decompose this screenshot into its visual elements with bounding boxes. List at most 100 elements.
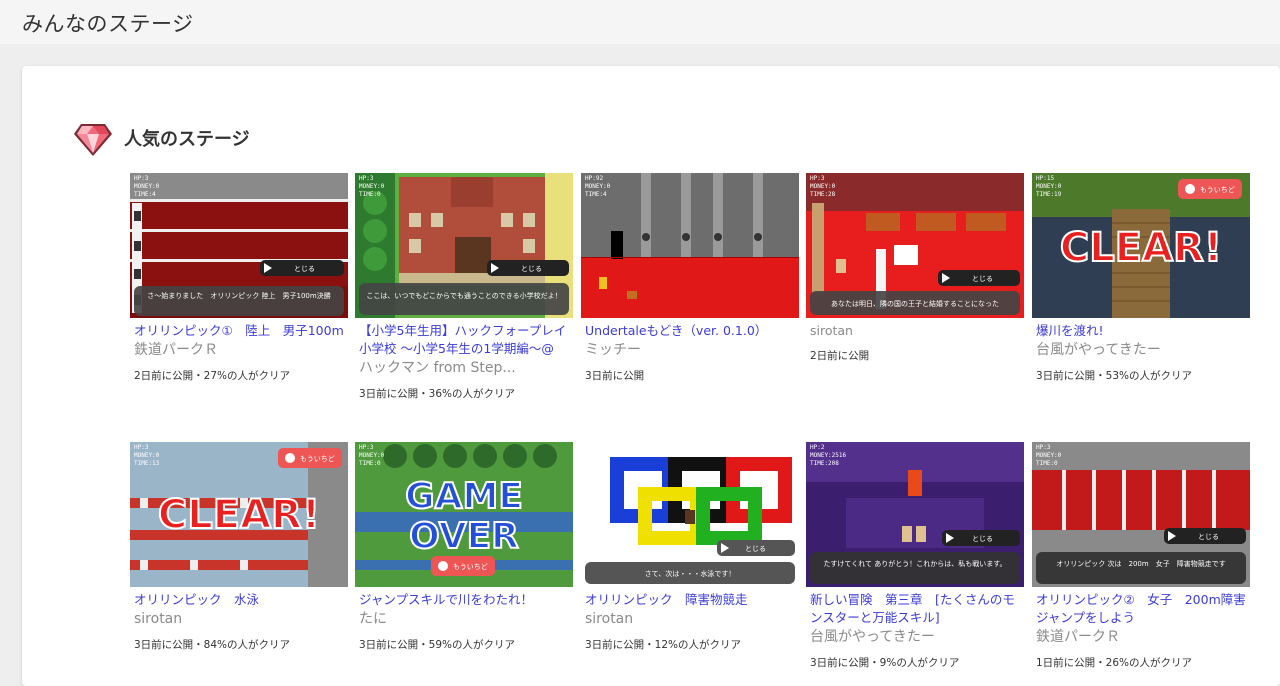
retry-button-label: もういちど bbox=[1200, 186, 1235, 194]
stage-thumbnail[interactable]: HP:92 MONEY:0 TIME:4 bbox=[581, 173, 799, 318]
stage-meta: 3日前に公開・9%の人がクリア bbox=[810, 657, 960, 669]
stage-thumbnail[interactable]: CLEAR! もういちど HP:3 MONEY:0 TIME:13 bbox=[130, 442, 348, 587]
game-text: GAME bbox=[405, 476, 523, 517]
hud-hp: HP:2 bbox=[810, 444, 825, 451]
stage-title[interactable]: オリリンピック② 女子 200m障害 ジャンプをしよう bbox=[1032, 591, 1246, 627]
stage-title[interactable]: sirotan bbox=[806, 322, 1020, 340]
hud-time: TIME:0 bbox=[359, 191, 381, 198]
clear-text: CLEAR! bbox=[1060, 225, 1222, 271]
hud-hp: HP:3 bbox=[810, 175, 825, 182]
stage-card[interactable]: とじる オリリンピック 次は 200m 女子 障害物競走です HP:3 MONE… bbox=[1032, 442, 1250, 670]
hud-time: TIME:13 bbox=[134, 460, 160, 467]
close-button-label: とじる bbox=[972, 535, 993, 543]
stage-card[interactable]: HP:3 MONEY:0 TIME:28 とじる あなたは明日、隣の国の王子と結… bbox=[806, 173, 1024, 363]
stage-meta: 3日前に公開・36%の人がクリア bbox=[359, 388, 516, 400]
app-bar: みんなのステージ bbox=[0, 0, 1280, 44]
stage-author[interactable]: 台風がやってきたー bbox=[806, 627, 1020, 647]
stage-title[interactable]: 【小学5年生用】ハックフォープレイ小学校 〜小学5年生の1学期編〜@ bbox=[355, 322, 569, 358]
close-button-label: とじる bbox=[745, 545, 766, 553]
stage-title[interactable]: オリリンピック 障害物競走 bbox=[581, 591, 795, 609]
hud-money: MONEY:0 bbox=[1036, 183, 1062, 190]
stage-meta: 3日前に公開・12%の人がクリア bbox=[585, 639, 742, 651]
stage-thumbnail[interactable]: とじる たすけてくれて ありがとう！これからは、私も戦います。 HP:2 MON… bbox=[806, 442, 1024, 587]
stage-thumbnail[interactable]: HP:3 MONEY:0 TIME:28 とじる あなたは明日、隣の国の王子と結… bbox=[806, 173, 1024, 318]
hud-money: MONEY:2516 bbox=[810, 452, 847, 459]
stage-card[interactable]: とじる さて、次は・・・水泳です！ HP:3 MONEY:0 TIME:3 オリ… bbox=[581, 442, 799, 652]
dialog-text: さて、次は・・・水泳です！ bbox=[645, 569, 736, 578]
stage-title[interactable]: 爆川を渡れ! bbox=[1032, 322, 1246, 340]
dialog-text: たすけてくれて ありがとう！これからは、私も戦います。 bbox=[823, 559, 1006, 568]
section-title: 人気のステージ bbox=[124, 129, 250, 150]
stage-meta: 1日前に公開・26%の人がクリア bbox=[1036, 657, 1193, 669]
hud-money: MONEY:0 bbox=[134, 183, 160, 190]
stage-title[interactable]: 新しい冒険 第三章 [たくさんのモンスターと万能スキル] bbox=[806, 591, 1020, 627]
stage-thumbnail[interactable]: HP:3 MONEY:0 TIME:4 とじる さ〜始まりました オリリンピック… bbox=[130, 173, 348, 318]
dialog-text: ここは、いつでもどこからでも通うことのできる小学校だよ！ bbox=[366, 291, 561, 300]
over-text: OVER bbox=[409, 516, 519, 557]
stage-meta: 3日前に公開 bbox=[585, 370, 645, 382]
hud-time: TIME:0 bbox=[1036, 460, 1058, 467]
hud-time: TIME:4 bbox=[585, 191, 607, 198]
stage-card[interactable]: とじる たすけてくれて ありがとう！これからは、私も戦います。 HP:2 MON… bbox=[806, 442, 1024, 670]
close-button-label: とじる bbox=[294, 265, 315, 273]
stage-meta: 2日前に公開・27%の人がクリア bbox=[134, 370, 291, 382]
hud-time: TIME:0 bbox=[359, 460, 381, 467]
dialog-text: オリリンピック 次は 200m 女子 障害物競走です bbox=[1056, 559, 1225, 568]
stage-thumbnail[interactable]: とじる オリリンピック 次は 200m 女子 障害物競走です HP:3 MONE… bbox=[1032, 442, 1250, 587]
stage-card[interactable]: HP:3 MONEY:0 TIME:0 とじる ここは、いつでもどこからでも通う… bbox=[355, 173, 573, 401]
stage-thumbnail[interactable]: とじる さて、次は・・・水泳です！ HP:3 MONEY:0 TIME:3 bbox=[581, 442, 799, 587]
hud-money: MONEY:0 bbox=[585, 452, 611, 459]
stage-author[interactable]: ミッチー bbox=[581, 340, 795, 360]
dialog-text: さ〜始まりました オリリンピック 陸上 男子100m決勝 bbox=[147, 291, 330, 300]
stage-meta: 3日前に公開・84%の人がクリア bbox=[134, 639, 291, 651]
hud-hp: HP:3 bbox=[1036, 444, 1051, 451]
stage-author[interactable]: 台風がやってきたー bbox=[1032, 340, 1246, 360]
stage-card[interactable]: CLEAR! もういちど HP:3 MONEY:0 TIME:13 オリリンピッ… bbox=[130, 442, 348, 652]
stage-card[interactable]: CLEAR! もういちど HP:15 MONEY:0 TIME:19 爆川を渡れ… bbox=[1032, 173, 1250, 383]
stage-author[interactable]: sirotan bbox=[130, 609, 344, 629]
gem-icon bbox=[74, 124, 112, 156]
stage-thumbnail[interactable]: CLEAR! もういちど HP:15 MONEY:0 TIME:19 bbox=[1032, 173, 1250, 318]
page-title: みんなのステージ bbox=[22, 12, 194, 36]
hud-time: TIME:3 bbox=[585, 460, 607, 467]
hud-time: TIME:28 bbox=[810, 191, 836, 198]
stage-card[interactable]: HP:3 MONEY:0 TIME:4 とじる さ〜始まりました オリリンピック… bbox=[130, 173, 348, 383]
stage-title[interactable]: オリリンピック① 陸上 男子100m bbox=[130, 322, 344, 340]
hud-time: TIME:19 bbox=[1036, 191, 1062, 198]
stage-author[interactable]: たに bbox=[355, 609, 569, 629]
retry-button-label: もういちど bbox=[300, 455, 335, 463]
dialog-text: あなたは明日、隣の国の王子と結婚することになった bbox=[831, 299, 999, 308]
hud-hp: HP:3 bbox=[134, 175, 149, 182]
stage-thumbnail[interactable]: GAME OVER もういちど HP:3 MONEY:0 TIME:0 bbox=[355, 442, 573, 587]
stage-author[interactable]: sirotan bbox=[581, 609, 795, 629]
hud-time: TIME:208 bbox=[810, 460, 839, 467]
hud-money: MONEY:0 bbox=[359, 183, 385, 190]
hud-money: MONEY:0 bbox=[585, 183, 611, 190]
stage-thumbnail[interactable]: HP:3 MONEY:0 TIME:0 とじる ここは、いつでもどこからでも通う… bbox=[355, 173, 573, 318]
hud-money: MONEY:0 bbox=[1036, 452, 1062, 459]
stage-author[interactable]: 鉄道パークＲ bbox=[130, 340, 344, 360]
hud-hp: HP:3 bbox=[359, 444, 374, 451]
hud-money: MONEY:0 bbox=[134, 452, 160, 459]
stage-author[interactable]: 鉄道パークＲ bbox=[1032, 627, 1246, 647]
stage-title[interactable]: オリリンピック 水泳 bbox=[130, 591, 344, 609]
hud-hp: HP:3 bbox=[134, 444, 149, 451]
stage-title[interactable]: Undertaleもどき（ver. 0.1.0） bbox=[581, 322, 795, 340]
stage-title[interactable]: ジャンプスキルで川をわたれ！ bbox=[355, 591, 569, 609]
stage-meta: 3日前に公開・53%の人がクリア bbox=[1036, 370, 1193, 382]
hud-hp: HP:15 bbox=[1036, 175, 1054, 182]
stage-card[interactable]: GAME OVER もういちど HP:3 MONEY:0 TIME:0 ジャンプ… bbox=[355, 442, 573, 652]
retry-button-label: もういちど bbox=[453, 563, 488, 571]
clear-text: CLEAR! bbox=[158, 492, 320, 538]
hud-money: MONEY:0 bbox=[359, 452, 385, 459]
stage-meta: 3日前に公開・59%の人がクリア bbox=[359, 639, 516, 651]
stage-card[interactable]: HP:92 MONEY:0 TIME:4 Undertaleもどき（ver. 0… bbox=[581, 173, 799, 383]
hud-time: TIME:4 bbox=[134, 191, 156, 198]
hud-hp: HP:3 bbox=[359, 175, 374, 182]
hud-hp: HP:3 bbox=[585, 444, 600, 451]
hud-hp: HP:92 bbox=[585, 175, 603, 182]
stage-author[interactable]: ハックマン from Step... bbox=[355, 358, 569, 378]
close-button-label: とじる bbox=[1198, 533, 1219, 541]
hud-money: MONEY:0 bbox=[810, 183, 836, 190]
stage-meta: 2日前に公開 bbox=[810, 350, 870, 362]
